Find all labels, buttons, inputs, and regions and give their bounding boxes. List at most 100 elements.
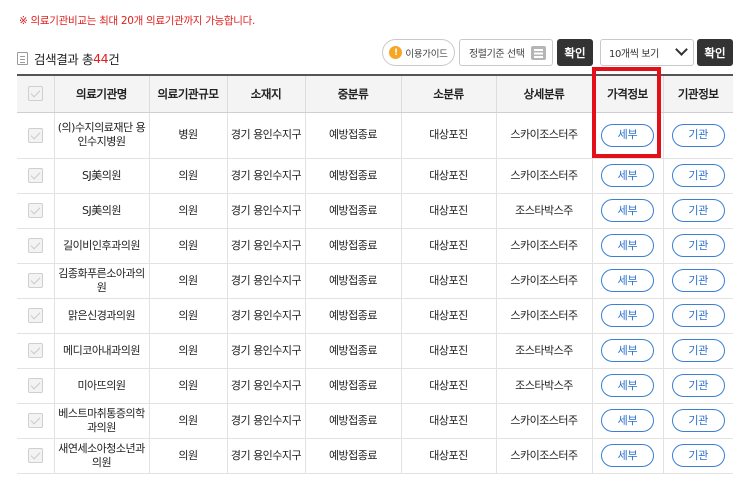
institution-info-button[interactable]: 기관 (671, 234, 725, 257)
sort-confirm-button[interactable]: 확인 (557, 39, 593, 66)
institution-info-button[interactable]: 기관 (671, 304, 725, 327)
page-size-value: 10개씩 보기 (609, 49, 659, 60)
small-category: 대상포진 (401, 403, 497, 439)
institution-location: 경기 용인수지구 (227, 112, 306, 159)
institution-info-cell: 기관 (663, 333, 733, 369)
institution-location: 경기 용인수지구 (227, 193, 306, 229)
select-all-checkbox[interactable] (27, 86, 43, 102)
institution-location: 경기 용인수지구 (227, 263, 306, 299)
detail-category: 조스타박스주 (496, 368, 593, 404)
price-info-cell: 세부 (592, 368, 664, 404)
price-detail-button[interactable]: 세부 (601, 269, 654, 292)
detail-category: 스카이조스터주 (496, 228, 593, 264)
mid-category: 예방접종료 (305, 193, 402, 229)
sort-select[interactable]: 정렬기준 선택 (459, 39, 553, 66)
price-detail-button[interactable]: 세부 (601, 304, 654, 327)
row-checkbox[interactable] (27, 413, 43, 428)
institution-info-button[interactable]: 기관 (671, 269, 725, 292)
institution-name: (의)수지의료재단 용인수지병원 (54, 112, 150, 159)
price-detail-button[interactable]: 세부 (601, 409, 654, 432)
small-category: 대상포진 (401, 298, 497, 334)
mid-category: 예방접종료 (305, 368, 402, 404)
small-category: 대상포진 (401, 158, 497, 194)
institution-name: SJ美의원 (54, 158, 150, 194)
row-select-cell[interactable] (17, 193, 55, 229)
mid-category: 예방접종료 (305, 263, 402, 299)
price-detail-button[interactable]: 세부 (601, 444, 654, 467)
price-detail-button[interactable]: 세부 (601, 164, 654, 187)
table-row: 길이비인후과의원 의원 경기 용인수지구 예방접종료 대상포진 스카이조스터주 세부 기관 (17, 228, 733, 264)
row-select-cell[interactable] (17, 403, 55, 439)
price-detail-button[interactable]: 세부 (601, 123, 654, 147)
institution-info-button[interactable]: 기관 (671, 339, 725, 362)
institution-location: 경기 용인수지구 (227, 403, 306, 439)
row-checkbox[interactable] (27, 308, 43, 323)
row-select-cell[interactable] (17, 333, 55, 369)
price-detail-button[interactable]: 세부 (601, 199, 654, 222)
institution-location: 경기 용인수지구 (227, 158, 306, 194)
usage-guide-button[interactable]: ! 이용가이드 (382, 39, 455, 66)
institution-info-button[interactable]: 기관 (671, 123, 725, 147)
list-icon (531, 46, 546, 60)
header-size: 의료기관규모 (149, 75, 228, 113)
row-checkbox[interactable] (27, 448, 43, 463)
institution-info-cell: 기관 (663, 368, 733, 404)
compare-limit-notice: ※ 의료기관비교는 최대 20개 의료기관까지 가능합니다. (19, 15, 256, 27)
price-detail-button[interactable]: 세부 (601, 374, 654, 397)
institution-size: 의원 (149, 298, 228, 334)
small-category: 대상포진 (401, 193, 497, 229)
price-detail-button[interactable]: 세부 (601, 234, 654, 257)
usage-guide-label: 이용가이드 (405, 48, 448, 60)
row-select-cell[interactable] (17, 368, 55, 404)
institution-name: 김종화푸른소아과의원 (54, 263, 150, 299)
mid-category: 예방접종료 (305, 438, 402, 474)
price-info-cell: 세부 (592, 228, 664, 264)
row-select-cell[interactable] (17, 438, 55, 474)
table-row: 메디코아내과의원 의원 경기 용인수지구 예방접종료 대상포진 조스타박스주 세부 기관 (17, 333, 733, 369)
institution-info-button[interactable]: 기관 (671, 199, 725, 222)
row-checkbox[interactable] (27, 127, 43, 143)
document-icon (17, 52, 28, 65)
row-select-cell[interactable] (17, 228, 55, 264)
institution-info-button[interactable]: 기관 (671, 444, 725, 467)
mid-category: 예방접종료 (305, 403, 402, 439)
header-name: 의료기관명 (54, 75, 150, 113)
institution-name: 새연세소아청소년과의원 (54, 438, 150, 474)
detail-category: 조스타박스주 (496, 333, 593, 369)
row-checkbox[interactable] (27, 378, 43, 393)
page-size-select[interactable]: 10개씩 보기 (600, 39, 694, 66)
select-all-cell[interactable] (17, 75, 55, 113)
row-checkbox[interactable] (27, 343, 43, 358)
header-location: 소재지 (227, 75, 306, 113)
row-checkbox[interactable] (27, 203, 43, 218)
price-detail-button[interactable]: 세부 (601, 339, 654, 362)
row-checkbox[interactable] (27, 273, 43, 288)
row-select-cell[interactable] (17, 298, 55, 334)
institution-name: 베스트마취통증의학과의원 (54, 403, 150, 439)
institution-info-button[interactable]: 기관 (671, 164, 725, 187)
small-category: 대상포진 (401, 112, 497, 159)
detail-category: 스카이조스터주 (496, 158, 593, 194)
price-info-cell: 세부 (592, 438, 664, 474)
institution-size: 의원 (149, 158, 228, 194)
header-price-info: 가격정보 (592, 75, 664, 113)
row-select-cell[interactable] (17, 112, 55, 159)
institution-info-button[interactable]: 기관 (671, 409, 725, 432)
institution-location: 경기 용인수지구 (227, 333, 306, 369)
row-select-cell[interactable] (17, 263, 55, 299)
header-small-category: 소분류 (401, 75, 497, 113)
results-table: 의료기관명 의료기관규모 소재지 중분류 소분류 상세분류 가격정보 기관정보 … (17, 74, 733, 474)
mid-category: 예방접종료 (305, 158, 402, 194)
row-checkbox[interactable] (27, 168, 43, 183)
small-category: 대상포진 (401, 438, 497, 474)
row-checkbox[interactable] (27, 238, 43, 253)
institution-size: 의원 (149, 263, 228, 299)
row-select-cell[interactable] (17, 158, 55, 194)
header-mid-category: 중분류 (305, 75, 402, 113)
table-row: 새연세소아청소년과의원 의원 경기 용인수지구 예방접종료 대상포진 스카이조스터주 세부 기… (17, 438, 733, 474)
small-category: 대상포진 (401, 333, 497, 369)
mid-category: 예방접종료 (305, 112, 402, 159)
institution-location: 경기 용인수지구 (227, 228, 306, 264)
page-size-confirm-button[interactable]: 확인 (697, 39, 733, 66)
institution-info-button[interactable]: 기관 (671, 374, 725, 397)
